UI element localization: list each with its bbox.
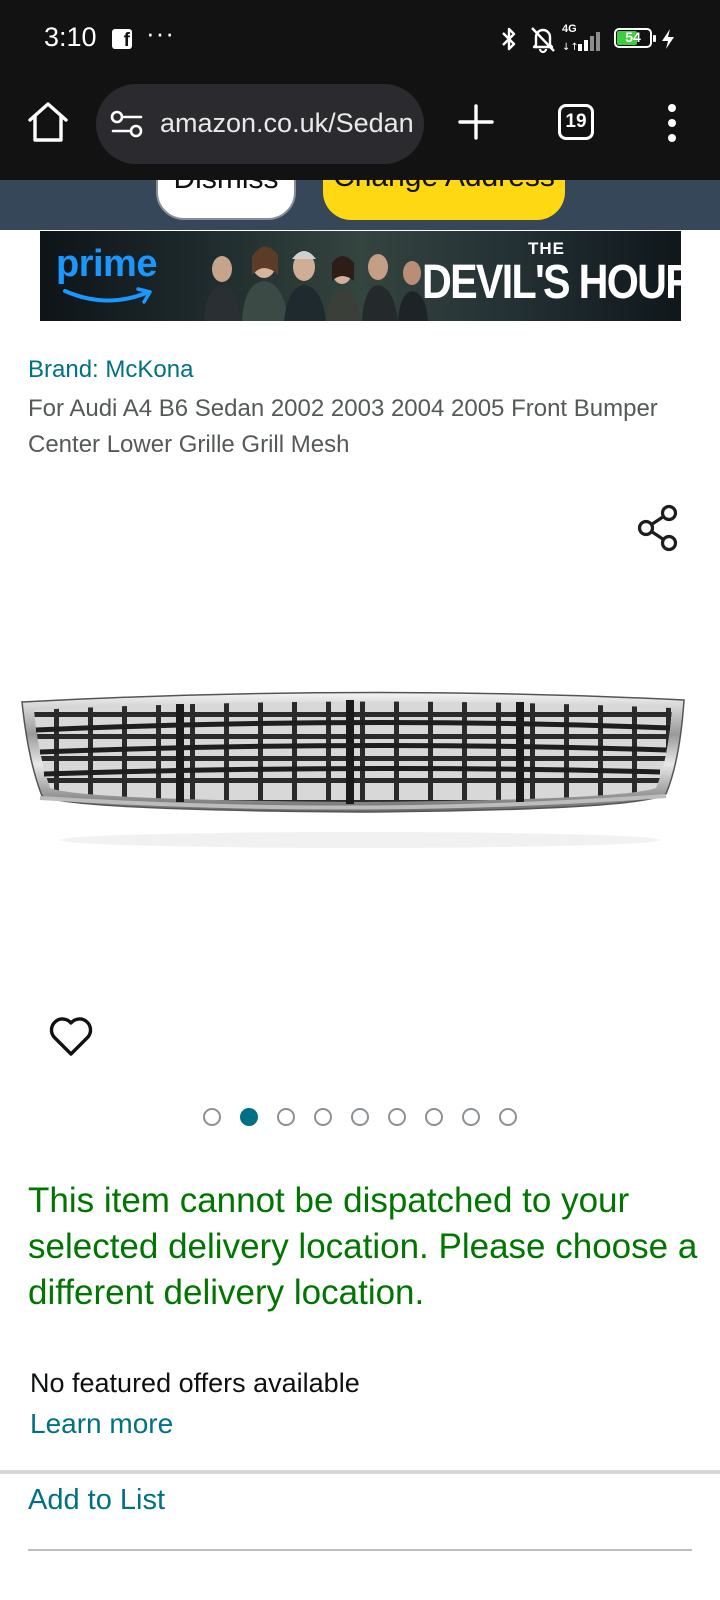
dismiss-button[interactable]: Dismiss <box>156 180 296 220</box>
charging-icon <box>662 29 674 49</box>
no-offers-text: No featured offers available <box>30 1368 360 1398</box>
battery-icon: 54 <box>614 28 656 48</box>
url-bar[interactable]: amazon.co.uk/Sedan <box>96 84 424 164</box>
carousel-dot[interactable] <box>203 1108 221 1126</box>
more-vert-icon[interactable] <box>660 102 684 144</box>
carousel-dot[interactable] <box>388 1108 406 1126</box>
availability-message: This item cannot be dispatched to your s… <box>28 1181 698 1312</box>
url-text[interactable]: amazon.co.uk/Sedan <box>160 108 416 140</box>
location-strip: Dismiss Change Address <box>0 180 720 230</box>
divider <box>28 1549 692 1551</box>
carousel-dot[interactable] <box>240 1108 258 1126</box>
change-address-button[interactable]: Change Address <box>323 180 565 220</box>
status-time: 3:10 <box>44 22 97 52</box>
learn-more-link[interactable]: Learn more <box>30 1408 173 1440</box>
prime-smile-icon <box>63 287 152 304</box>
notification-dots: ··· <box>146 18 175 48</box>
brand-link[interactable]: Brand: McKona <box>28 356 193 384</box>
tabs-button[interactable]: 19 <box>558 104 594 140</box>
facebook-icon: f <box>112 29 132 49</box>
image-carousel-dots <box>0 1108 720 1130</box>
svg-text:↓↑: ↓↑ <box>562 42 579 52</box>
product-title: For Audi A4 B6 Sedan 2002 2003 2004 2005… <box>28 395 658 458</box>
status-bar: 3:10 f ··· 4G ↓↑ 54 <box>0 0 720 78</box>
battery-level: 54 <box>625 29 641 45</box>
heart-icon[interactable] <box>48 1016 94 1058</box>
browser-toolbar: amazon.co.uk/Sedan 19 <box>0 78 720 180</box>
carousel-dot[interactable] <box>462 1108 480 1126</box>
carousel-dot[interactable] <box>425 1108 443 1126</box>
signal-icon: ↓↑ <box>562 32 600 52</box>
ad-banner[interactable]: prime THE DEVIL'S HOUR <box>40 231 681 321</box>
section-divider <box>0 1470 720 1474</box>
bell-off-icon <box>531 27 555 54</box>
product-image[interactable] <box>20 690 700 860</box>
prime-logo: prime <box>56 243 157 285</box>
share-icon[interactable] <box>636 504 680 552</box>
carousel-dot[interactable] <box>314 1108 332 1126</box>
tune-icon[interactable] <box>110 108 144 140</box>
add-to-list-button[interactable]: Add to List <box>28 1484 165 1517</box>
carousel-dot[interactable] <box>499 1108 517 1126</box>
carousel-dot[interactable] <box>277 1108 295 1126</box>
plus-icon[interactable] <box>456 102 496 142</box>
show-title: DEVIL'S HOUR <box>422 256 681 309</box>
home-icon[interactable] <box>26 100 70 144</box>
bluetooth-icon <box>502 27 516 51</box>
status-indicators: 4G ↓↑ 54 <box>500 20 690 56</box>
carousel-dot[interactable] <box>351 1108 369 1126</box>
